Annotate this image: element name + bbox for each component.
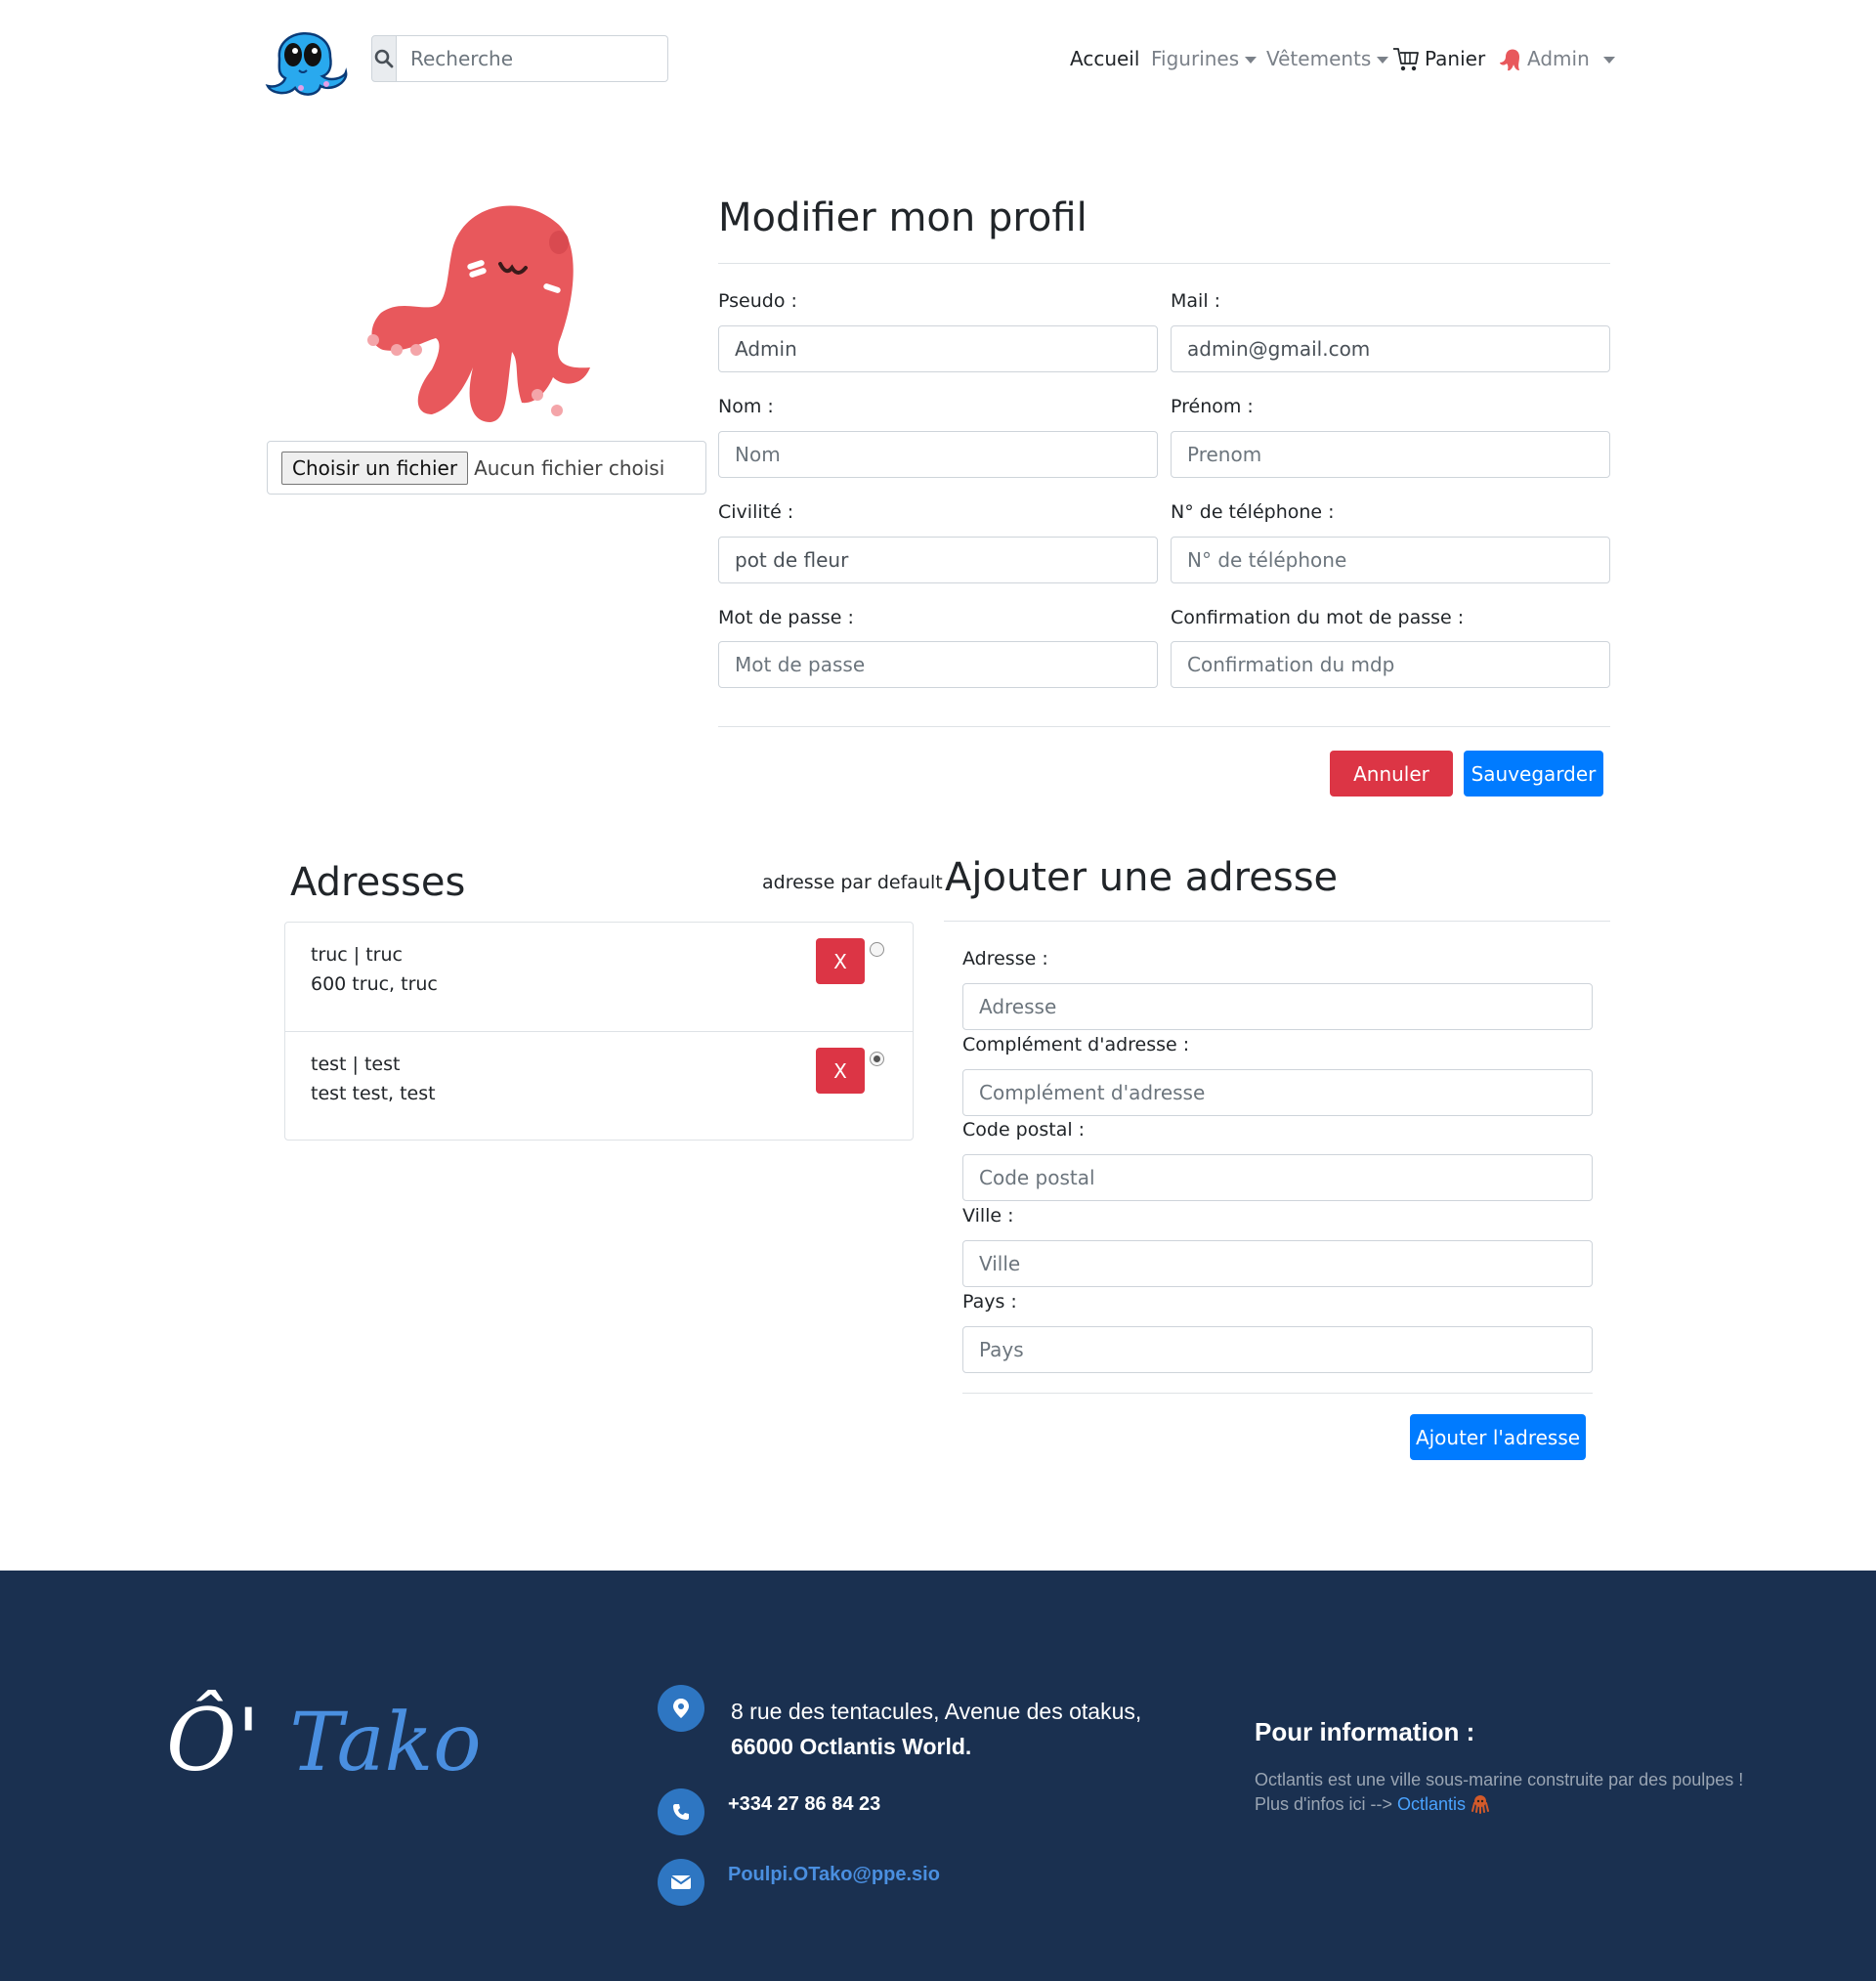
octlantis-link[interactable]: Octlantis <box>1397 1794 1466 1814</box>
nav-cart-label: Panier <box>1425 47 1486 70</box>
footer-phone: +334 27 86 84 23 <box>728 1793 880 1816</box>
profile-avatar-image <box>363 195 598 422</box>
firstname-label: Prénom : <box>1171 396 1254 417</box>
profile-form-divider <box>718 726 1610 727</box>
address-list: truc | truc 600 truc, truc X test | test… <box>284 922 914 1141</box>
lastname-input[interactable] <box>718 431 1158 478</box>
address-line-1: test | test <box>311 1054 401 1075</box>
avatar-file-input[interactable]: Choisir un fichier Aucun fichier choisi <box>267 441 706 495</box>
nav-figurines-dropdown[interactable]: Figurines <box>1151 43 1258 74</box>
country-label: Pays : <box>962 1291 1017 1313</box>
password-confirm-label: Confirmation du mot de passe : <box>1171 607 1465 628</box>
password-input[interactable] <box>718 641 1158 688</box>
site-footer: Ô' Tako 8 rue des tentacules, Avenue des… <box>0 1571 1876 1981</box>
phone-icon <box>658 1788 704 1835</box>
footer-info-text: Octlantis est une ville sous-marine cons… <box>1255 1768 1743 1817</box>
postal-code-input[interactable] <box>962 1154 1593 1201</box>
phone-label: N° de téléphone : <box>1171 501 1335 523</box>
search-input[interactable] <box>397 35 668 82</box>
footer-email-text: Poulpi.OTako@ppe.sio <box>728 1864 940 1885</box>
envelope-icon <box>658 1859 704 1906</box>
brand-text-left: Ô' <box>166 1690 261 1790</box>
mail-label: Mail : <box>1171 290 1221 312</box>
address-complement-input[interactable] <box>962 1069 1593 1116</box>
nav-clothes-dropdown[interactable]: Vêtements <box>1266 43 1389 74</box>
country-input[interactable] <box>962 1326 1593 1373</box>
nav-user-dropdown[interactable]: Admin <box>1498 43 1615 74</box>
nav-home-link[interactable]: Accueil <box>1070 43 1139 74</box>
add-address-title-divider <box>944 921 1610 922</box>
default-address-label: adresse par default <box>762 872 943 893</box>
delete-address-button[interactable]: X <box>816 938 865 984</box>
address-complement-label: Complément d'adresse : <box>962 1034 1190 1055</box>
nav-user-label: Admin <box>1527 47 1590 70</box>
footer-address-line-2: 66000 Octlantis World. <box>731 1734 971 1760</box>
mail-input[interactable] <box>1171 325 1610 372</box>
city-label: Ville : <box>962 1205 1014 1227</box>
add-address-form-divider <box>962 1393 1593 1394</box>
address-input[interactable] <box>962 983 1593 1030</box>
addresses-title: Adresses <box>290 860 466 905</box>
chevron-down-icon <box>1377 56 1389 64</box>
octopus-avatar-icon <box>1500 49 1519 71</box>
lastname-label: Nom : <box>718 396 774 417</box>
add-address-title: Ajouter une adresse <box>945 855 1339 900</box>
footer-brand-logo: Ô' Tako <box>166 1698 482 1784</box>
chevron-down-icon <box>1602 56 1615 64</box>
delete-address-button[interactable]: X <box>816 1048 865 1094</box>
address-line-1: truc | truc <box>311 944 403 966</box>
cart-icon <box>1393 48 1419 71</box>
file-status-text: Aucun fichier choisi <box>474 455 665 480</box>
footer-address-line-1: 8 rue des tentacules, Avenue des otakus, <box>731 1699 1142 1724</box>
address-item: test | test test test, test X <box>285 1031 913 1140</box>
footer-info-line-2: Plus d'infos ici --> Octlantis <box>1255 1792 1743 1817</box>
cancel-button[interactable]: Annuler <box>1330 751 1453 797</box>
footer-info-line-1: Octlantis est une ville sous-marine cons… <box>1255 1770 1744 1789</box>
pseudo-input[interactable] <box>718 325 1158 372</box>
octopus-emoji-icon <box>1471 1795 1490 1814</box>
chevron-down-icon <box>1245 56 1258 64</box>
search-button[interactable] <box>371 35 397 82</box>
nav-figurines-label: Figurines <box>1151 47 1240 70</box>
save-button[interactable]: Sauvegarder <box>1464 751 1603 797</box>
choose-file-button[interactable]: Choisir un fichier <box>281 451 469 485</box>
search-bar <box>371 35 668 82</box>
map-pin-icon <box>658 1685 704 1732</box>
address-line-2: test test, test <box>311 1083 436 1104</box>
search-icon <box>374 49 394 68</box>
nav-clothes-label: Vêtements <box>1266 47 1372 70</box>
footer-phone-text: +334 27 86 84 23 <box>728 1793 881 1815</box>
footer-email-link[interactable]: Poulpi.OTako@ppe.sio <box>728 1864 940 1886</box>
civility-input[interactable] <box>718 537 1158 583</box>
site-logo[interactable] <box>262 18 350 98</box>
profile-title: Modifier mon profil <box>718 195 1087 240</box>
address-item: truc | truc 600 truc, truc X <box>285 923 913 1031</box>
password-confirm-input[interactable] <box>1171 641 1610 688</box>
default-address-radio[interactable] <box>870 942 884 957</box>
civility-label: Civilité : <box>718 501 794 523</box>
address-label: Adresse : <box>962 948 1048 969</box>
phone-input[interactable] <box>1171 537 1610 583</box>
footer-info-prefix: Plus d'infos ici --> <box>1255 1794 1392 1814</box>
pseudo-label: Pseudo : <box>718 290 797 312</box>
footer-info-title: Pour information : <box>1255 1717 1475 1746</box>
postal-code-label: Code postal : <box>962 1119 1086 1141</box>
default-address-radio[interactable] <box>870 1052 884 1066</box>
address-line-2: 600 truc, truc <box>311 973 438 995</box>
brand-text-right: Tako <box>289 1697 482 1789</box>
add-address-button[interactable]: Ajouter l'adresse <box>1410 1414 1586 1460</box>
footer-address-line-2-text: 66000 Octlantis World. <box>731 1734 972 1759</box>
nav-cart-link[interactable]: Panier <box>1391 43 1485 74</box>
password-label: Mot de passe : <box>718 607 854 628</box>
firstname-input[interactable] <box>1171 431 1610 478</box>
nav-home-label: Accueil <box>1070 47 1140 70</box>
city-input[interactable] <box>962 1240 1593 1287</box>
profile-title-divider <box>718 263 1610 264</box>
